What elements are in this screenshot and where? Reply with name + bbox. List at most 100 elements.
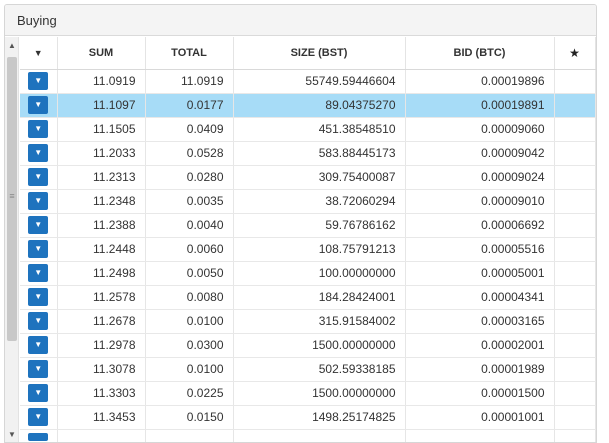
cell-favorite[interactable] (554, 309, 596, 334)
caret-down-icon[interactable]: ▼ (28, 72, 49, 90)
column-header-total[interactable]: TOTAL (145, 37, 234, 70)
cell-favorite[interactable] (554, 141, 596, 166)
cell-favorite[interactable] (554, 333, 596, 358)
cell-size: 502.59338185 (233, 357, 406, 382)
cell-sum: 11.1097 (57, 93, 146, 118)
caret-down-icon[interactable]: ▼ (34, 48, 43, 58)
caret-down-icon[interactable]: ▼ (28, 144, 49, 162)
cell-total: 0.0528 (145, 141, 234, 166)
column-header-size[interactable]: SIZE (BST) (233, 37, 406, 70)
cell-favorite[interactable] (554, 93, 596, 118)
cell-sum: 11.2678 (57, 309, 146, 334)
table-row[interactable]: ▼ 11.0919 11.0919 55749.59446604 0.00019896 (20, 69, 596, 94)
cell-bid: 0.00009060 (405, 117, 555, 142)
cell-sum: 11.3078 (57, 357, 146, 382)
row-select-cell: ▼ (20, 117, 58, 142)
cell-favorite[interactable] (554, 381, 596, 406)
cell-sum: 11.2348 (57, 189, 146, 214)
cell-size: 1500.00000000 (233, 333, 406, 358)
cell-favorite[interactable] (554, 357, 596, 382)
table-cell (145, 429, 234, 442)
table-row[interactable]: ▼ 11.2448 0.0060 108.75791213 0.00005516 (20, 237, 596, 262)
cell-favorite[interactable] (554, 69, 596, 94)
table-row[interactable]: ▼ 11.2033 0.0528 583.88445173 0.00009042 (20, 141, 596, 166)
row-select-cell: ▼ (20, 357, 58, 382)
cell-sum: 11.3453 (57, 405, 146, 430)
caret-down-icon[interactable]: ▼ (28, 216, 49, 234)
favorite-column-header[interactable]: ★ (554, 37, 596, 70)
row-select-cell: ▼ (20, 237, 58, 262)
cell-total: 0.0177 (145, 93, 234, 118)
cell-size: 38.72060294 (233, 189, 406, 214)
cell-total: 0.0050 (145, 261, 234, 286)
order-grid: ▲ ≡ ▼ ▼ SUM TOTAL SIZE (BST) BID (BTC) ★… (5, 37, 596, 442)
cell-size: 108.75791213 (233, 237, 406, 262)
table-header-row: ▼ SUM TOTAL SIZE (BST) BID (BTC) ★ (20, 37, 596, 70)
caret-down-icon[interactable]: ▼ (28, 408, 49, 426)
vertical-scrollbar[interactable]: ▲ ≡ ▼ (5, 37, 19, 442)
cell-favorite[interactable] (554, 237, 596, 262)
caret-down-icon[interactable]: ▼ (28, 192, 49, 210)
caret-down-icon[interactable]: ▼ (28, 360, 49, 378)
panel-title: Buying (5, 5, 596, 36)
cell-total: 11.0919 (145, 69, 234, 94)
scroll-down-icon[interactable]: ▼ (5, 428, 19, 442)
row-select-cell: ▼ (20, 93, 58, 118)
row-select-cell: ▼ (20, 213, 58, 238)
cell-size: 89.04375270 (233, 93, 406, 118)
table-row[interactable]: ▼ 11.2678 0.0100 315.91584002 0.00003165 (20, 309, 596, 334)
cell-size: 1500.00000000 (233, 381, 406, 406)
cell-size: 583.88445173 (233, 141, 406, 166)
table-row[interactable]: ▼ 11.2348 0.0035 38.72060294 0.00009010 (20, 189, 596, 214)
row-select-cell: ▼ (20, 333, 58, 358)
cell-favorite[interactable] (554, 261, 596, 286)
table-row[interactable]: ▼ 11.3078 0.0100 502.59338185 0.00001989 (20, 357, 596, 382)
cell-favorite[interactable] (554, 285, 596, 310)
table-row[interactable] (20, 429, 596, 442)
cell-bid: 0.00006692 (405, 213, 555, 238)
cell-favorite[interactable] (554, 165, 596, 190)
cell-favorite[interactable] (554, 189, 596, 214)
cell-total: 0.0100 (145, 309, 234, 334)
table-row[interactable]: ▼ 11.3453 0.0150 1498.25174825 0.00001001 (20, 405, 596, 430)
row-select-cell (20, 429, 58, 442)
caret-down-icon[interactable]: ▼ (28, 240, 49, 258)
cell-sum: 11.2448 (57, 237, 146, 262)
caret-down-icon[interactable]: ▼ (28, 288, 49, 306)
cell-favorite[interactable] (554, 117, 596, 142)
cell-sum: 11.0919 (57, 69, 146, 94)
star-icon[interactable]: ★ (569, 46, 580, 60)
cell-total: 0.0225 (145, 381, 234, 406)
table-row[interactable]: ▼ 11.2578 0.0080 184.28424001 0.00004341 (20, 285, 596, 310)
table-row[interactable]: ▼ 11.1097 0.0177 89.04375270 0.00019891 (20, 93, 596, 118)
cell-total: 0.0280 (145, 165, 234, 190)
table-cell (405, 429, 555, 442)
caret-down-icon[interactable]: ▼ (28, 264, 49, 282)
column-header-sum[interactable]: SUM (57, 37, 146, 70)
caret-down-icon[interactable] (28, 433, 49, 442)
caret-down-icon[interactable]: ▼ (28, 384, 49, 402)
table-row[interactable]: ▼ 11.2313 0.0280 309.75400087 0.00009024 (20, 165, 596, 190)
table-row[interactable]: ▼ 11.3303 0.0225 1500.00000000 0.00001500 (20, 381, 596, 406)
caret-down-icon[interactable]: ▼ (28, 312, 49, 330)
select-column-header[interactable]: ▼ (20, 37, 58, 70)
cell-bid: 0.00019891 (405, 93, 555, 118)
cell-total: 0.0080 (145, 285, 234, 310)
row-select-cell: ▼ (20, 141, 58, 166)
caret-down-icon[interactable]: ▼ (28, 120, 49, 138)
scroll-up-icon[interactable]: ▲ (5, 39, 19, 53)
caret-down-icon[interactable]: ▼ (28, 336, 49, 354)
caret-down-icon[interactable]: ▼ (28, 168, 49, 186)
table-row[interactable]: ▼ 11.1505 0.0409 451.38548510 0.00009060 (20, 117, 596, 142)
cell-favorite[interactable] (554, 213, 596, 238)
column-header-bid[interactable]: BID (BTC) (405, 37, 555, 70)
cell-favorite[interactable] (554, 405, 596, 430)
table-body: ▼ 11.0919 11.0919 55749.59446604 0.00019896 ▼… (20, 69, 596, 442)
table-row[interactable]: ▼ 11.2388 0.0040 59.76786162 0.00006692 (20, 213, 596, 238)
cell-bid: 0.00009010 (405, 189, 555, 214)
cell-bid: 0.00001500 (405, 381, 555, 406)
caret-down-icon[interactable]: ▼ (28, 96, 49, 114)
table-row[interactable]: ▼ 11.2498 0.0050 100.00000000 0.00005001 (20, 261, 596, 286)
cell-bid: 0.00009024 (405, 165, 555, 190)
table-row[interactable]: ▼ 11.2978 0.0300 1500.00000000 0.00002001 (20, 333, 596, 358)
